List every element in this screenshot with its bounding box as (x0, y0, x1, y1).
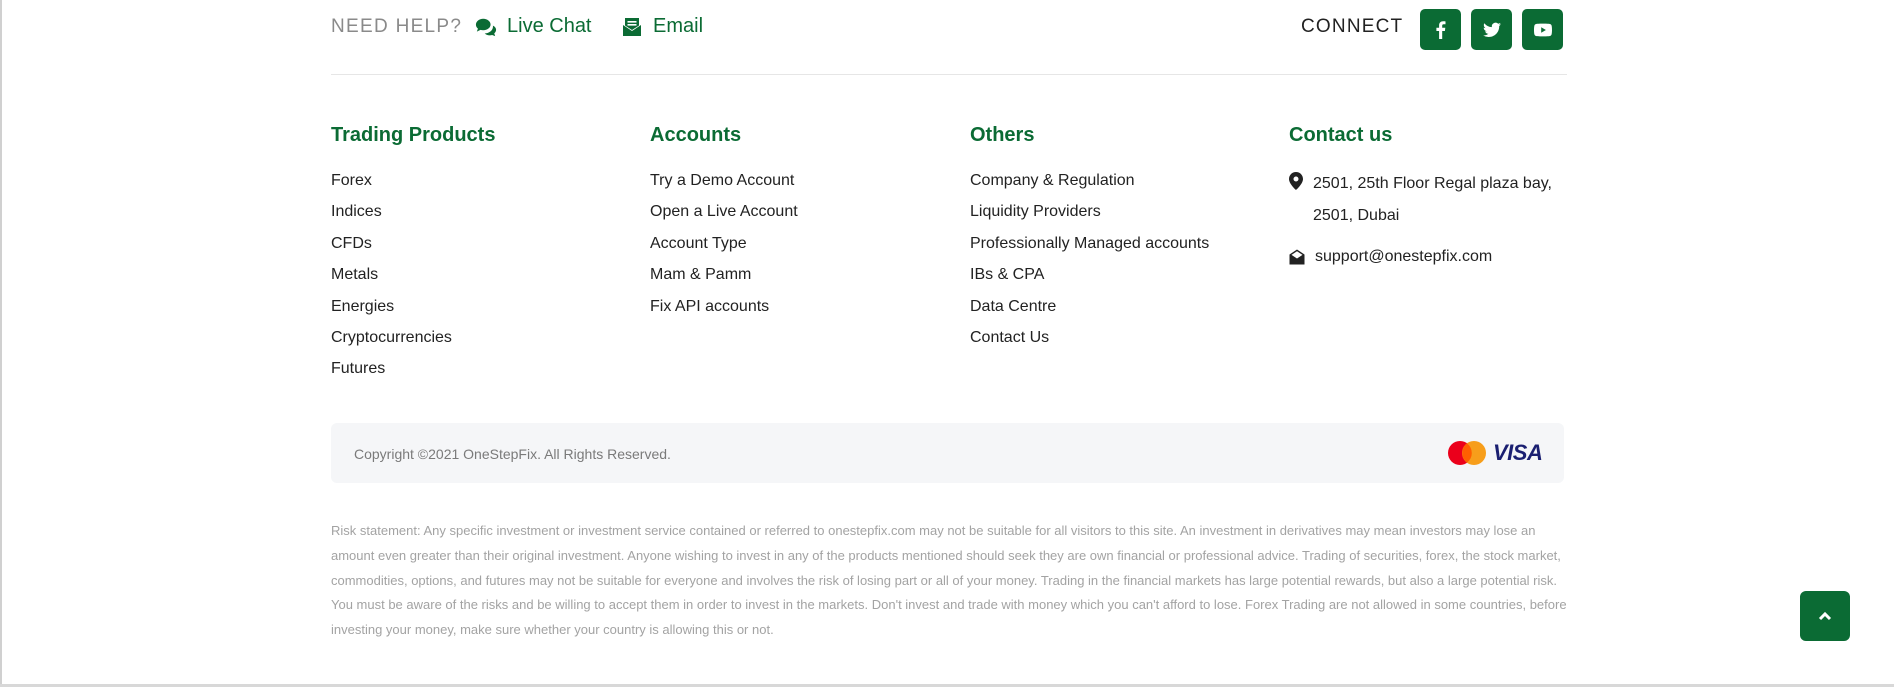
youtube-icon (1533, 23, 1552, 36)
chat-bubbles-icon (475, 18, 497, 36)
link-contact-us[interactable]: Contact Us (970, 325, 1209, 356)
trading-products-list: Forex Indices CFDs Metals Energies Crypt… (331, 168, 495, 388)
chevron-up-icon (1818, 611, 1832, 621)
link-mam-pamm[interactable]: Mam & Pamm (650, 262, 798, 293)
link-indices[interactable]: Indices (331, 199, 495, 230)
contact-column: Contact us 2501, 25th Floor Regal plaza … (1289, 120, 1579, 270)
address-row: 2501, 25th Floor Regal plaza bay, 2501, … (1289, 168, 1579, 232)
contact-heading: Contact us (1289, 124, 1393, 146)
accounts-list: Try a Demo Account Open a Live Account A… (650, 168, 798, 325)
link-cfds[interactable]: CFDs (331, 231, 495, 262)
support-email[interactable]: support@onestepfix.com (1315, 244, 1492, 270)
link-energies[interactable]: Energies (331, 294, 495, 325)
link-ibs-cpa[interactable]: IBs & CPA (970, 262, 1209, 293)
trading-products-column: Trading Products Forex Indices CFDs Meta… (331, 120, 495, 388)
link-futures[interactable]: Futures (331, 356, 495, 387)
link-liquidity-providers[interactable]: Liquidity Providers (970, 199, 1209, 230)
live-chat-link[interactable]: Live Chat (475, 15, 592, 38)
others-list: Company & Regulation Liquidity Providers… (970, 168, 1209, 356)
link-metals[interactable]: Metals (331, 262, 495, 293)
mastercard-logo (1448, 441, 1486, 465)
link-company-regulation[interactable]: Company & Regulation (970, 168, 1209, 199)
copyright-bar: Copyright ©2021 OneStepFix. All Rights R… (331, 423, 1564, 483)
facebook-icon (1435, 20, 1445, 39)
twitter-button[interactable] (1471, 9, 1512, 50)
envelope-open-text-icon (623, 17, 641, 36)
link-live-account[interactable]: Open a Live Account (650, 199, 798, 230)
need-help-label: NEED HELP? (331, 16, 463, 37)
email-row: support@onestepfix.com (1289, 244, 1579, 270)
footer-divider (331, 74, 1567, 75)
trading-products-heading: Trading Products (331, 124, 496, 146)
accounts-column: Accounts Try a Demo Account Open a Live … (650, 120, 798, 325)
envelope-open-icon (1289, 249, 1305, 265)
live-chat-label: Live Chat (507, 15, 592, 37)
email-label: Email (653, 15, 704, 37)
facebook-button[interactable] (1420, 9, 1461, 50)
link-forex[interactable]: Forex (331, 168, 495, 199)
others-heading: Others (970, 124, 1035, 146)
page-edge (0, 0, 2, 687)
link-fix-api-accounts[interactable]: Fix API accounts (650, 294, 798, 325)
email-link[interactable]: Email (621, 15, 703, 38)
address-text: 2501, 25th Floor Regal plaza bay, 2501, … (1313, 175, 1552, 224)
copyright-text: Copyright ©2021 OneStepFix. All Rights R… (354, 446, 671, 462)
link-demo-account[interactable]: Try a Demo Account (650, 168, 798, 199)
youtube-button[interactable] (1522, 9, 1563, 50)
twitter-icon (1482, 22, 1501, 37)
link-data-centre[interactable]: Data Centre (970, 294, 1209, 325)
risk-statement: Risk statement: Any specific investment … (331, 523, 1567, 638)
link-account-type[interactable]: Account Type (650, 231, 798, 262)
link-managed-accounts[interactable]: Professionally Managed accounts (970, 231, 1209, 262)
others-column: Others Company & Regulation Liquidity Pr… (970, 120, 1209, 356)
scroll-to-top-button[interactable] (1800, 591, 1850, 641)
connect-label: CONNECT (1301, 16, 1404, 37)
map-marker-icon (1289, 172, 1303, 190)
accounts-heading: Accounts (650, 124, 742, 146)
visa-logo: VISA (1493, 440, 1543, 465)
help-bar: NEED HELP? Live Chat Email CONNECT (331, 0, 1564, 72)
link-cryptocurrencies[interactable]: Cryptocurrencies (331, 325, 495, 356)
